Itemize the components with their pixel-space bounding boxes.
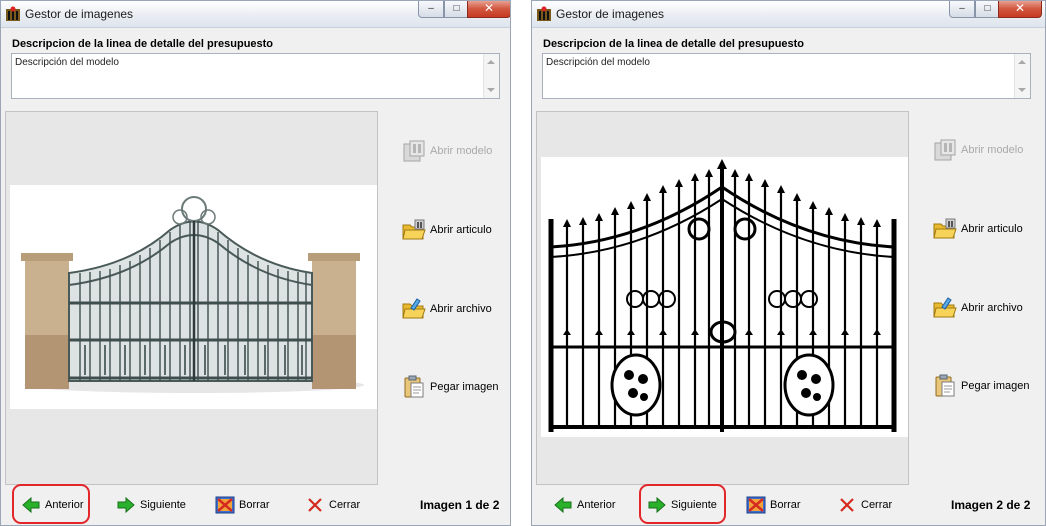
app-icon — [537, 6, 551, 21]
next-button[interactable]: Siguiente — [647, 493, 717, 517]
paste-image-label: Pegar imagen — [430, 381, 499, 393]
green-arrow-left-icon — [554, 496, 572, 514]
maximize-button[interactable]: □ — [444, 1, 469, 18]
paste-image-button[interactable]: Pegar imagen — [932, 372, 1037, 400]
open-file-label: Abrir archivo — [961, 302, 1023, 314]
red-x-icon — [840, 498, 854, 512]
paste-clipboard-icon — [404, 375, 424, 398]
next-label: Siguiente — [140, 499, 186, 511]
description-text: Descripción del modelo — [15, 57, 119, 68]
paste-clipboard-icon — [935, 374, 955, 397]
red-x-icon — [308, 498, 322, 512]
open-model-icon — [403, 140, 425, 162]
open-article-label: Abrir articulo — [430, 224, 492, 236]
open-file-label: Abrir archivo — [430, 303, 492, 315]
delete-button[interactable]: Borrar — [746, 493, 801, 517]
black-iron-gate-drawing — [541, 157, 908, 437]
close-button[interactable]: Cerrar — [305, 493, 360, 517]
delete-button[interactable]: Borrar — [215, 493, 270, 517]
description-label: Descripcion de la linea de detalle del p… — [543, 38, 805, 50]
open-file-button[interactable]: Abrir archivo — [932, 294, 1037, 322]
open-article-button[interactable]: Abrir articulo — [932, 215, 1037, 243]
scroll-up-icon[interactable] — [487, 60, 495, 64]
delete-label: Borrar — [770, 499, 801, 511]
paste-image-button[interactable]: Pegar imagen — [401, 373, 506, 401]
open-file-button[interactable]: Abrir archivo — [401, 295, 506, 323]
next-button[interactable]: Siguiente — [116, 493, 186, 517]
image-preview-panel — [536, 111, 909, 485]
close-window-button[interactable]: ✕ — [998, 1, 1042, 18]
stone-pillar-iron-gate-image — [10, 185, 377, 409]
open-model-button[interactable]: Abrir modelo — [401, 137, 506, 165]
scroll-down-icon[interactable] — [487, 88, 495, 92]
image-preview — [541, 157, 908, 437]
green-arrow-right-icon — [117, 496, 135, 514]
close-button[interactable]: Cerrar — [837, 493, 892, 517]
previous-button[interactable]: Anterior — [553, 493, 616, 517]
close-icon: ✕ — [483, 1, 495, 15]
close-label: Cerrar — [861, 499, 893, 511]
app-icon — [6, 6, 20, 21]
open-model-button[interactable]: Abrir modelo — [932, 136, 1037, 164]
open-article-folder-icon — [402, 219, 426, 240]
minimize-button[interactable]: – — [418, 1, 444, 18]
open-model-icon — [934, 139, 956, 161]
scroll-up-icon[interactable] — [1018, 60, 1026, 64]
window-title: Gestor de imagenes — [25, 7, 134, 21]
maximize-button[interactable]: □ — [975, 1, 1000, 18]
description-textarea[interactable]: Descripción del modelo — [11, 53, 500, 99]
description-label: Descripcion de la linea de detalle del p… — [12, 38, 274, 50]
previous-label: Anterior — [577, 499, 616, 511]
green-arrow-left-icon — [22, 496, 40, 514]
delete-label: Borrar — [239, 499, 270, 511]
image-counter: Imagen 2 de 2 — [951, 498, 1031, 512]
description-text: Descripción del modelo — [546, 57, 650, 68]
open-file-folder-icon — [933, 297, 957, 318]
open-article-label: Abrir articulo — [961, 223, 1023, 235]
close-label: Cerrar — [329, 499, 361, 511]
open-article-button[interactable]: Abrir articulo — [401, 216, 506, 244]
delete-image-icon — [215, 496, 235, 514]
description-scrollbar[interactable] — [1014, 54, 1030, 98]
next-label: Siguiente — [671, 499, 717, 511]
image-preview — [10, 185, 377, 409]
close-icon: ✕ — [1014, 1, 1026, 15]
scroll-down-icon[interactable] — [1018, 88, 1026, 92]
maximize-icon: □ — [984, 3, 991, 14]
image-preview-panel — [5, 111, 378, 485]
open-article-folder-icon — [933, 218, 957, 239]
maximize-icon: □ — [453, 3, 460, 14]
window-title: Gestor de imagenes — [556, 7, 665, 21]
open-file-folder-icon — [402, 298, 426, 319]
title-bar[interactable]: Gestor de imagenes – □ ✕ — [532, 1, 1045, 28]
open-model-label: Abrir modelo — [961, 144, 1024, 156]
description-textarea[interactable]: Descripción del modelo — [542, 53, 1031, 99]
previous-label: Anterior — [45, 499, 84, 511]
image-manager-window-2: Gestor de imagenes – □ ✕ Descripcion de … — [531, 0, 1046, 526]
green-arrow-right-icon — [648, 496, 666, 514]
description-scrollbar[interactable] — [483, 54, 499, 98]
minimize-icon: – — [428, 3, 434, 14]
image-counter: Imagen 1 de 2 — [420, 498, 500, 512]
delete-image-icon — [746, 496, 766, 514]
minimize-icon: – — [959, 3, 965, 14]
image-manager-window-1: Gestor de imagenes – □ ✕ Descripcion de … — [0, 0, 511, 526]
minimize-button[interactable]: – — [949, 1, 975, 18]
close-window-button[interactable]: ✕ — [467, 1, 510, 18]
paste-image-label: Pegar imagen — [961, 380, 1030, 392]
title-bar[interactable]: Gestor de imagenes – □ ✕ — [1, 1, 510, 28]
open-model-label: Abrir modelo — [430, 145, 493, 157]
previous-button[interactable]: Anterior — [21, 493, 84, 517]
